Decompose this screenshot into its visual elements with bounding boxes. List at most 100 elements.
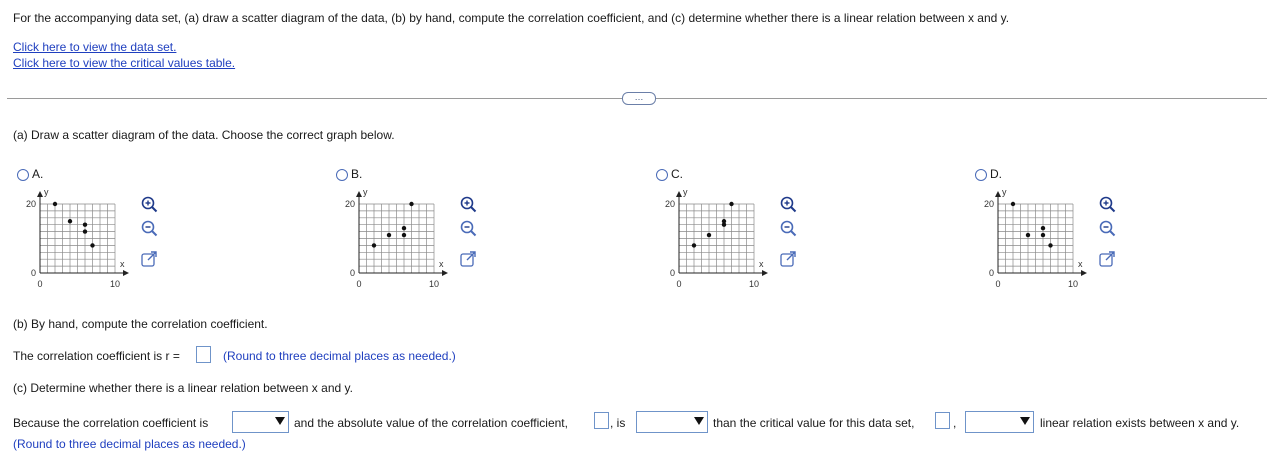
y-axis-label: y: [363, 187, 368, 197]
scatter-plot: 20 00 10 y x: [345, 187, 448, 289]
correlation-prefix: The correlation coefficient is r =: [13, 349, 180, 363]
comparison-dropdown[interactable]: [636, 411, 708, 433]
data-point: [706, 232, 712, 238]
x-axis-label: x: [1078, 259, 1083, 269]
chevron-down-icon: [275, 417, 285, 425]
popout-icon[interactable]: [1098, 250, 1116, 268]
part-c-text2: and the absolute value of the correlatio…: [294, 416, 568, 430]
x-axis-arrow: [1081, 270, 1087, 276]
zoom-out-icon[interactable]: [779, 219, 797, 237]
zoom-in-icon[interactable]: [140, 195, 158, 213]
scatter-plot: 20 00 10 y x: [26, 187, 129, 289]
zoom-out-icon[interactable]: [459, 219, 477, 237]
correlation-hint: (Round to three decimal places as needed…: [223, 349, 456, 363]
y-axis-arrow: [995, 191, 1001, 197]
correlation-line: The correlation coefficient is r =: [13, 349, 180, 363]
correlation-input[interactable]: [196, 346, 211, 363]
sign-dropdown[interactable]: [232, 411, 289, 433]
data-point: [401, 232, 407, 238]
x-tick-label: 0: [995, 279, 1000, 289]
popout-icon[interactable]: [459, 250, 477, 268]
option-letter: A.: [32, 167, 44, 181]
part-c-label: (c) Determine whether there is a linear …: [13, 381, 353, 395]
data-point: [401, 225, 407, 231]
zoom-in-icon[interactable]: [779, 195, 797, 213]
x-tick-label: 0: [37, 279, 42, 289]
zoom-out-icon[interactable]: [1098, 219, 1116, 237]
expand-button[interactable]: …: [622, 92, 656, 105]
popout-icon[interactable]: [779, 250, 797, 268]
y-axis-arrow: [37, 191, 43, 197]
option-letter: D.: [990, 167, 1002, 181]
option-a[interactable]: A. 20 0 0 10 y x: [17, 167, 257, 307]
data-point: [691, 243, 697, 248]
x-tick-label: 0: [356, 279, 361, 289]
radio-button[interactable]: [975, 169, 987, 181]
data-point: [386, 232, 392, 238]
y-tick-label: 0: [31, 268, 36, 278]
data-point: [90, 243, 95, 248]
x-axis-label: x: [439, 259, 444, 269]
y-axis-arrow: [356, 191, 362, 197]
critical-values-link[interactable]: Click here to view the critical values t…: [13, 56, 235, 70]
data-point: [371, 243, 377, 248]
scatter-plot: 20 00 10 y x: [984, 187, 1087, 289]
radio-button[interactable]: [656, 169, 668, 181]
y-axis-label: y: [44, 187, 49, 197]
data-point: [1048, 243, 1053, 248]
part-c-hint: (Round to three decimal places as needed…: [13, 437, 246, 451]
question-text: For the accompanying data set, (a) draw …: [13, 11, 1010, 25]
data-point: [1010, 201, 1016, 207]
data-point: [82, 229, 88, 234]
chevron-down-icon: [694, 417, 704, 425]
x-tick-label: 10: [110, 279, 120, 289]
y-tick-label: 20: [665, 199, 675, 209]
popout-icon[interactable]: [140, 250, 158, 268]
y-tick-label: 20: [984, 199, 994, 209]
data-point: [82, 222, 88, 227]
data-point: [721, 219, 727, 224]
option-b[interactable]: B. 20 0 0 10 y x: [336, 167, 576, 307]
abs-correlation-input[interactable]: [594, 412, 609, 429]
x-tick-label: 10: [429, 279, 439, 289]
part-c-text3: , is: [610, 416, 626, 430]
y-tick-label: 0: [350, 268, 355, 278]
zoom-in-icon[interactable]: [459, 195, 477, 213]
conclusion-dropdown[interactable]: [965, 411, 1034, 433]
y-axis-label: y: [1002, 187, 1007, 197]
x-axis-arrow: [123, 270, 129, 276]
radio-button[interactable]: [17, 169, 29, 181]
x-tick-label: 10: [1068, 279, 1078, 289]
zoom-in-icon[interactable]: [1098, 195, 1116, 213]
y-axis-arrow: [676, 191, 682, 197]
x-axis-arrow: [762, 270, 768, 276]
option-letter: C.: [671, 167, 683, 181]
part-c-text6: linear relation exists between x and y.: [1040, 416, 1240, 430]
data-point: [52, 201, 58, 207]
option-letter: B.: [351, 167, 363, 181]
data-point: [729, 201, 734, 207]
critical-value-input[interactable]: [935, 412, 950, 429]
radio-button[interactable]: [336, 169, 348, 181]
x-axis-label: x: [759, 259, 764, 269]
data-point: [1040, 225, 1046, 231]
part-c-text5: ,: [953, 416, 957, 430]
option-c[interactable]: C. 20 0 0 10 y x: [656, 167, 896, 307]
part-c-text4: than the critical value for this data se…: [713, 416, 915, 430]
x-axis-arrow: [442, 270, 448, 276]
x-tick-label: 10: [749, 279, 759, 289]
part-b-label: (b) By hand, compute the correlation coe…: [13, 317, 268, 331]
option-d[interactable]: D. 20 0 0 10 y x: [975, 167, 1215, 307]
part-a-label: (a) Draw a scatter diagram of the data. …: [13, 128, 395, 142]
data-point: [409, 201, 414, 207]
chevron-down-icon: [1020, 417, 1030, 425]
y-tick-label: 20: [345, 199, 355, 209]
y-tick-label: 0: [989, 268, 994, 278]
part-c-text1: Because the correlation coefficient is: [13, 416, 209, 430]
zoom-out-icon[interactable]: [140, 219, 158, 237]
data-point: [1040, 232, 1046, 238]
y-tick-label: 0: [670, 268, 675, 278]
data-point: [1025, 232, 1031, 238]
dataset-link[interactable]: Click here to view the data set.: [13, 40, 176, 54]
y-tick-label: 20: [26, 199, 36, 209]
